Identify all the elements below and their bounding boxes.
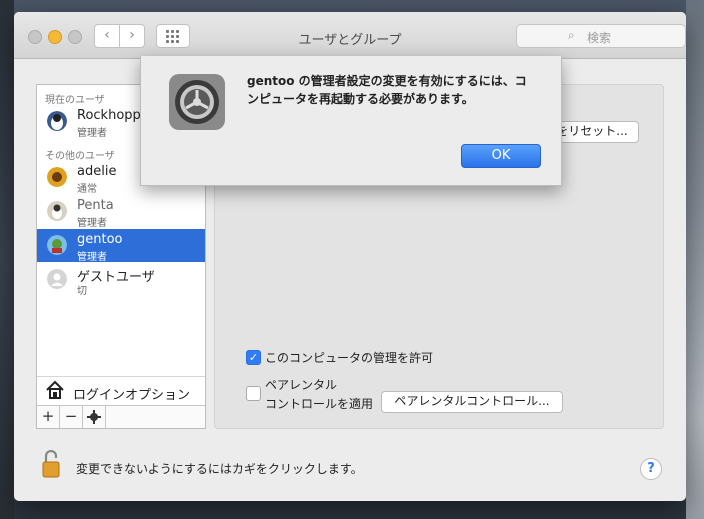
alert-message: gentoo の管理者設定の変更を有効にするには、コンピュータを再起動する必要が…: [247, 74, 527, 106]
parental-label-line2: コントロールを適用: [265, 397, 374, 411]
system-preferences-window: ‹ › ユーザとグループ ⌕ 検索 現在のユーザ Rockhopper 管理者 …: [14, 12, 686, 501]
user-list-toolbar: + −: [37, 405, 205, 428]
user-role: 管理者: [77, 128, 107, 139]
remove-user-button[interactable]: −: [60, 406, 83, 428]
user-name: adelie: [77, 164, 117, 179]
user-name: ゲストユーザ: [77, 270, 155, 285]
gear-icon: [87, 410, 101, 424]
system-preferences-gear-icon: [169, 74, 225, 130]
penguin-avatar-icon: [47, 111, 67, 131]
parental-label-line1: ペアレンタル: [265, 378, 338, 392]
user-role: 通常: [77, 184, 97, 195]
penguin-avatar-icon: [47, 201, 67, 221]
user-row-guest[interactable]: ゲストユーザ 切: [37, 263, 205, 297]
add-user-button[interactable]: +: [37, 406, 60, 428]
allow-admin-checkbox[interactable]: ✓: [246, 350, 261, 365]
search-field[interactable]: ⌕ 検索: [516, 24, 686, 48]
title-bar: ‹ › ユーザとグループ ⌕ 検索: [14, 12, 686, 59]
user-row-gentoo[interactable]: gentoo 管理者: [37, 229, 205, 263]
parental-controls-button[interactable]: ペアレンタルコントロール...: [381, 391, 563, 413]
user-role: 管理者: [77, 252, 107, 263]
search-placeholder: 検索: [587, 31, 612, 45]
guest-user-icon: [47, 269, 67, 289]
ok-button[interactable]: OK: [461, 144, 541, 168]
action-menu-button[interactable]: [83, 406, 106, 428]
search-icon: ⌕: [568, 28, 575, 42]
user-role: 切: [77, 286, 87, 297]
login-options-label: ログインオプション: [73, 388, 191, 403]
desktop-background-right: [686, 0, 704, 519]
parental-controls-checkbox[interactable]: [246, 386, 261, 401]
restart-alert-sheet: gentoo の管理者設定の変更を有効にするには、コンピュータを再起動する必要が…: [140, 56, 562, 186]
sunflower-avatar-icon: [47, 167, 67, 187]
user-name: Penta: [77, 198, 114, 213]
lock-instruction-text: 変更できないようにするにはカギをクリックします。: [76, 462, 363, 476]
desktop-background-left: [0, 0, 14, 519]
current-users-label: 現在のユーザ: [45, 95, 105, 106]
lock-icon[interactable]: [42, 450, 60, 478]
character-avatar-icon: [47, 235, 67, 255]
help-button[interactable]: ?: [640, 458, 662, 480]
login-options-item[interactable]: ログインオプション: [37, 376, 205, 405]
other-users-label: その他のユーザ: [45, 151, 115, 162]
house-icon: [46, 380, 64, 399]
user-role: 管理者: [77, 218, 107, 229]
user-name: gentoo: [77, 232, 123, 247]
allow-admin-label: このコンピュータの管理を許可: [265, 351, 434, 365]
user-row-penta[interactable]: Penta 管理者: [37, 195, 205, 229]
